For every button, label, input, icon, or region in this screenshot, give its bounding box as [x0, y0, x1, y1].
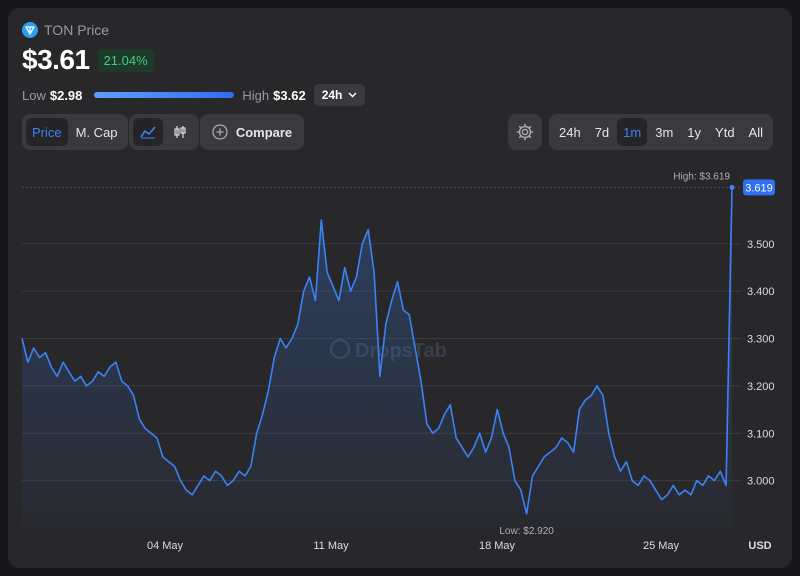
x-tick-label: 11 May [313, 540, 349, 552]
high-annotation: High: $3.619 [673, 171, 730, 182]
y-tick-label: 3.300 [747, 334, 775, 346]
current-value-label: 3.619 [745, 182, 773, 194]
currency-label: USD [748, 540, 771, 552]
y-tick-label: 3.100 [747, 428, 775, 440]
price-area [22, 187, 732, 528]
x-tick-label: 25 May [643, 540, 680, 552]
price-chart[interactable]: DropsTab High: $3.619 Low: $2.920 3.619 … [8, 8, 792, 568]
y-tick-label: 3.500 [747, 239, 775, 251]
x-tick-label: 04 May [147, 540, 184, 552]
y-tick-label: 3.000 [747, 476, 775, 488]
price-chart-card: TON Price $3.61 21.04% Low $2.98 High $3… [8, 8, 792, 568]
y-tick-label: 3.400 [747, 286, 775, 298]
last-price-dot [729, 184, 735, 190]
low-annotation: Low: $2.920 [499, 526, 554, 537]
x-tick-label: 18 May [479, 540, 516, 552]
y-tick-label: 3.200 [747, 381, 775, 393]
